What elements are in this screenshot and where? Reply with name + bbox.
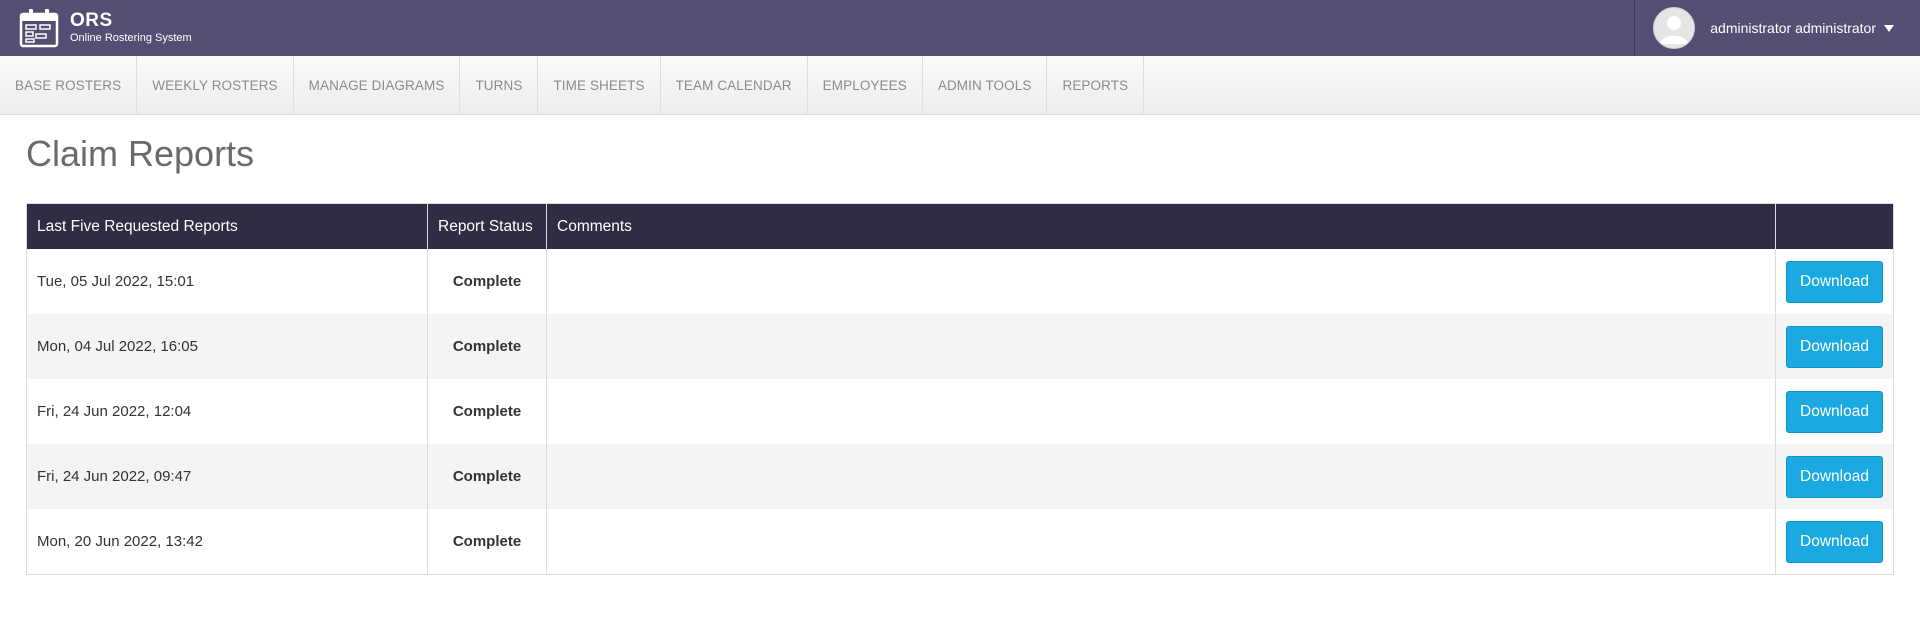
user-name: administrator administrator [1710,20,1876,36]
report-date: Fri, 24 Jun 2022, 09:47 [26,444,428,509]
table-row: Mon, 20 Jun 2022, 13:42 Complete Downloa… [27,509,1894,575]
table-row: Fri, 24 Jun 2022, 12:04 Complete Downloa… [27,379,1894,444]
download-button[interactable]: Download [1786,390,1883,433]
status-badge: Complete [427,444,547,509]
app-title: ORS [70,10,113,31]
main-nav: BASE ROSTERS WEEKLY ROSTERS MANAGE DIAGR… [0,56,1920,115]
table-row: Tue, 05 Jul 2022, 15:01 Complete Downloa… [27,249,1894,314]
report-date: Tue, 05 Jul 2022, 15:01 [37,273,195,290]
report-date: Mon, 04 Jul 2022, 16:05 [26,314,428,379]
nav-item-reports[interactable]: REPORTS [1047,56,1145,114]
table-row: Mon, 04 Jul 2022, 16:05 Complete Downloa… [26,314,1894,379]
report-comments [546,249,1776,314]
nav-item-manage-diagrams[interactable]: MANAGE DIAGRAMS [294,56,461,114]
report-date: Mon, 20 Jun 2022, 13:42 [37,533,203,550]
nav-item-admin-tools[interactable]: ADMIN TOOLS [923,56,1048,114]
nav-item-weekly-rosters[interactable]: WEEKLY ROSTERS [137,56,294,114]
user-menu[interactable]: administrator administrator [1634,0,1920,56]
main-content: Claim Reports Last Five Requested Report… [0,133,1920,575]
report-comments [546,379,1776,444]
download-button[interactable]: Download [1786,260,1883,303]
report-comments [546,444,1776,509]
page-title: Claim Reports [26,133,255,174]
nav-item-team-calendar[interactable]: TEAM CALENDAR [661,56,808,114]
status-badge: Complete [427,509,547,575]
brand[interactable]: ORS Online Rostering System [0,7,192,49]
column-header-comments: Comments [546,203,1776,249]
top-bar: ORS Online Rostering System administrato… [0,0,1920,56]
download-button[interactable]: Download [1786,520,1883,563]
report-comments [546,314,1776,379]
reports-table: Last Five Requested Reports Report Statu… [26,203,1894,575]
nav-item-base-rosters[interactable]: BASE ROSTERS [0,56,138,114]
column-header-status: Report Status [427,203,547,249]
status-badge: Complete [427,379,547,444]
nav-item-turns[interactable]: TURNS [460,56,539,114]
status-badge: Complete [427,249,547,314]
column-header-action [1775,203,1894,249]
calendar-icon [19,9,59,48]
download-button[interactable]: Download [1786,325,1883,368]
chevron-down-icon [1884,24,1894,32]
table-header-row: Last Five Requested Reports Report Statu… [26,203,1894,249]
status-badge: Complete [427,314,547,379]
report-date: Fri, 24 Jun 2022, 12:04 [37,403,192,420]
avatar-icon [1653,7,1696,49]
table-row: Fri, 24 Jun 2022, 09:47 Complete Downloa… [26,444,1894,509]
column-header-requested: Last Five Requested Reports [26,203,428,249]
report-comments [546,509,1776,575]
app-subtitle: Online Rostering System [70,32,192,44]
download-button[interactable]: Download [1786,455,1883,498]
nav-item-employees[interactable]: EMPLOYEES [808,56,923,114]
nav-item-time-sheets[interactable]: TIME SHEETS [538,56,661,114]
